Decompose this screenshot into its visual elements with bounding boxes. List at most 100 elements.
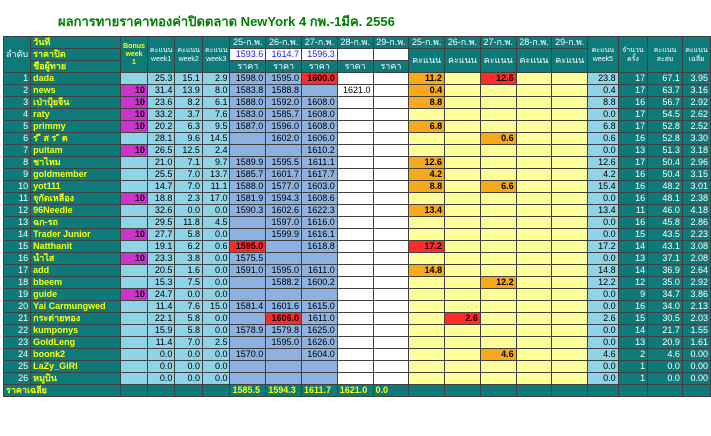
close-price-3 bbox=[336, 48, 374, 61]
row-member-name: guide bbox=[30, 288, 122, 301]
row-day-score bbox=[444, 180, 481, 193]
row-price-guess bbox=[372, 360, 410, 373]
table-row: 12 96Needle 32.6 0.0 0.0 1590.3 1602.6 1622.3 13… bbox=[2, 204, 711, 217]
row-average: 3.01 bbox=[681, 180, 711, 193]
close-price-0: 1593.6 bbox=[229, 48, 267, 61]
row-day-score bbox=[444, 168, 481, 181]
row-price-guess: 1600.0 bbox=[301, 72, 338, 85]
row-price-guess: 1594.3 bbox=[265, 192, 303, 205]
row-week2-score: 7.5 bbox=[174, 276, 203, 289]
row-bonus bbox=[120, 312, 148, 325]
row-week3-score: 11.1 bbox=[201, 180, 231, 193]
table-row: 1 dada 25.3 15.1 2.9 1598.0 1595.0 1600.0 11.2 12… bbox=[2, 72, 711, 85]
bonus-header: Bonus week 1 bbox=[120, 36, 148, 73]
row-count: 16 bbox=[617, 168, 649, 181]
table-row: 15 Natthanit 19.1 6.2 0.6 1595.0 1618.8 17.2 17.… bbox=[2, 240, 711, 253]
row-day-score bbox=[515, 132, 553, 145]
footer-blank bbox=[515, 384, 553, 397]
row-price-guess: 1611.1 bbox=[301, 156, 338, 169]
row-week1-score: 0.0 bbox=[146, 360, 176, 373]
row-day-score bbox=[551, 216, 589, 229]
row-week1-score: 26.5 bbox=[146, 144, 176, 157]
row-price-guess: 1602.0 bbox=[265, 132, 303, 145]
row-average: 1.61 bbox=[681, 336, 711, 349]
row-price-guess bbox=[301, 372, 338, 385]
row-rank: 8 bbox=[2, 156, 32, 169]
row-bonus bbox=[120, 300, 148, 313]
score-col-0: คะแนน bbox=[408, 48, 446, 73]
price-date-4: 29-ก.พ. bbox=[372, 36, 410, 49]
row-average: 2.62 bbox=[681, 108, 711, 121]
row-price-guess bbox=[336, 336, 374, 349]
week5-header: คะแนน week5 bbox=[587, 36, 619, 73]
row-total: 43.1 bbox=[647, 240, 683, 253]
row-member-name: yot111 bbox=[30, 180, 122, 193]
row-day-score bbox=[444, 144, 481, 157]
row-rank: 26 bbox=[2, 372, 32, 385]
row-week1-score: 27.7 bbox=[146, 228, 176, 241]
row-week3-score: 9.5 bbox=[201, 120, 231, 133]
row-day-score bbox=[515, 348, 553, 361]
row-day-score bbox=[515, 216, 553, 229]
row-rank: 18 bbox=[2, 276, 32, 289]
row-day-score bbox=[551, 132, 589, 145]
row-week2-score: 7.0 bbox=[174, 180, 203, 193]
row-day-score bbox=[444, 228, 481, 241]
row-price-guess: 1601.6 bbox=[265, 300, 303, 313]
row-bonus: 10 bbox=[120, 252, 148, 265]
row-price-guess bbox=[265, 348, 303, 361]
row-week2-score: 7.0 bbox=[174, 168, 203, 181]
score-date-0: 25-ก.พ. bbox=[408, 36, 446, 49]
row-week5-score: 0.0 bbox=[587, 324, 619, 337]
row-week2-score: 6.3 bbox=[174, 120, 203, 133]
row-week5-score: 4.6 bbox=[587, 348, 619, 361]
row-day-score bbox=[408, 276, 446, 289]
score-date-1: 26-ก.พ. bbox=[444, 36, 481, 49]
row-price-guess: 1588.8 bbox=[265, 84, 303, 97]
row-price-guess: 1591.0 bbox=[229, 264, 267, 277]
row-bonus bbox=[120, 204, 148, 217]
row-rank: 11 bbox=[2, 192, 32, 205]
row-day-score bbox=[551, 372, 589, 385]
row-price-guess: 1625.0 bbox=[301, 324, 338, 337]
row-total: 4.6 bbox=[647, 348, 683, 361]
row-rank: 23 bbox=[2, 336, 32, 349]
row-day-score bbox=[479, 360, 517, 373]
row-member-name: น้ำไส bbox=[30, 252, 122, 265]
row-total: 50.4 bbox=[647, 156, 683, 169]
row-day-score bbox=[408, 348, 446, 361]
average-price-value: 1594.3 bbox=[265, 384, 303, 397]
row-day-score bbox=[515, 156, 553, 169]
row-day-score bbox=[551, 360, 589, 373]
table-row: 8 ชาไหม 21.0 7.1 9.7 1589.9 1595.5 1611.1 12.6 12… bbox=[2, 156, 711, 169]
row-week5-score: 0.4 bbox=[587, 84, 619, 97]
row-member-name: เป่าปุ้ยจิ้น bbox=[30, 96, 122, 109]
footer-blank bbox=[146, 384, 176, 397]
row-count: 16 bbox=[617, 216, 649, 229]
row-price-guess: 1588.0 bbox=[229, 96, 267, 109]
row-bonus bbox=[120, 276, 148, 289]
row-price-guess bbox=[301, 252, 338, 265]
row-total: 51.3 bbox=[647, 144, 683, 157]
table-row: 11 จุกัดเหลือง 10 18.8 2.3 17.0 1581.9 1594.3 16… bbox=[2, 192, 711, 205]
row-bonus: 10 bbox=[120, 108, 148, 121]
row-week1-score: 20.2 bbox=[146, 120, 176, 133]
row-average: 4.18 bbox=[681, 204, 711, 217]
row-day-score bbox=[515, 144, 553, 157]
row-week3-score: 0.0 bbox=[201, 348, 231, 361]
table-row: 21 กระต่ายทอง 22.1 5.8 0.0 1606.0 1611.0 2.6 2.6… bbox=[2, 312, 711, 325]
row-rank: 19 bbox=[2, 288, 32, 301]
row-price-guess: 1603.0 bbox=[301, 180, 338, 193]
row-week2-score: 1.6 bbox=[174, 264, 203, 277]
row-day-score bbox=[515, 204, 553, 217]
row-price-guess bbox=[372, 264, 410, 277]
row-price-guess: 1581.9 bbox=[229, 192, 267, 205]
row-day-score bbox=[444, 96, 481, 109]
row-week5-score: 4.2 bbox=[587, 168, 619, 181]
table-row: 10 yot111 14.7 7.0 11.1 1588.0 1577.0 1603.0 8.8… bbox=[2, 180, 711, 193]
row-day-score bbox=[444, 108, 481, 121]
row-price-guess bbox=[336, 96, 374, 109]
row-price-guess: 1600.2 bbox=[301, 276, 338, 289]
row-week1-score: 19.1 bbox=[146, 240, 176, 253]
row-member-name: news bbox=[30, 84, 122, 97]
